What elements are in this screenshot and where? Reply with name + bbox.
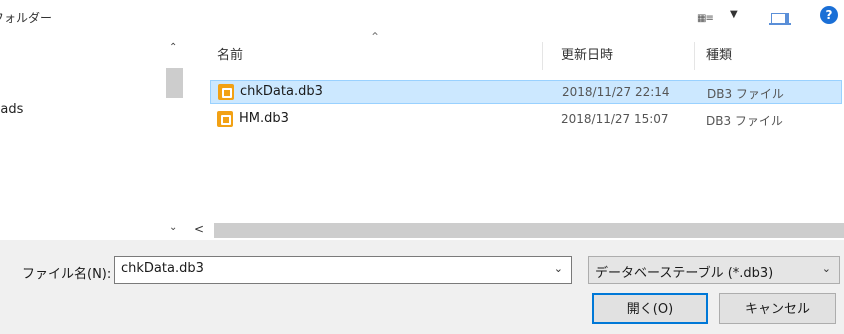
db-file-icon <box>217 111 233 127</box>
scroll-left-icon[interactable]: < <box>194 222 204 236</box>
navigation-pane: Downloads <box>0 36 163 240</box>
chevron-down-icon[interactable]: ⌄ <box>822 262 831 275</box>
column-divider[interactable] <box>542 42 543 70</box>
cancel-button[interactable]: キャンセル <box>719 293 836 324</box>
column-divider[interactable] <box>694 42 695 70</box>
toolbar: 新しいフォルダー ▦≡ ▼ ? <box>0 0 844 36</box>
column-header-name[interactable]: 名前 <box>217 46 243 66</box>
view-dropdown-caret-icon[interactable]: ▼ <box>730 9 738 20</box>
file-date: 2018/11/27 15:07 <box>561 112 669 126</box>
file-row-hm[interactable]: HM.db3 2018/11/27 15:07 DB3 ファイル <box>210 108 842 132</box>
file-type-value: データベーステーブル (*.db3) <box>595 266 774 281</box>
new-folder-button[interactable]: 新しいフォルダー <box>0 12 120 36</box>
chevron-down-icon[interactable]: ⌄ <box>554 262 563 275</box>
scroll-up-icon[interactable]: ⌃ <box>169 42 177 53</box>
scrollbar-thumb[interactable] <box>214 223 844 238</box>
db-file-icon <box>218 84 234 100</box>
file-name: chkData.db3 <box>240 84 323 99</box>
scroll-down-icon[interactable]: ⌄ <box>169 222 177 233</box>
file-name: HM.db3 <box>239 111 289 126</box>
file-row-chkdata[interactable]: chkData.db3 2018/11/27 22:14 DB3 ファイル <box>210 80 842 104</box>
file-name-label: ファイル名(N): <box>22 267 112 282</box>
column-header-date[interactable]: 更新日時 <box>561 46 613 66</box>
view-options-icon[interactable]: ▦≡ <box>697 13 714 24</box>
preview-pane-icon[interactable] <box>769 10 791 25</box>
dialog-footer: ファイル名(N): ⌄ データベーステーブル (*.db3) ⌄ 開く(O) キ… <box>0 240 844 334</box>
file-name-combobox[interactable]: ⌄ <box>114 256 572 284</box>
file-type: DB3 ファイル <box>706 114 783 128</box>
file-type-select[interactable]: データベーステーブル (*.db3) ⌄ <box>588 256 840 284</box>
file-list: ⌃ 名前 更新日時 種類 chkData.db3 2018/11/27 22:1… <box>186 30 844 220</box>
file-type: DB3 ファイル <box>707 87 784 101</box>
file-name-input[interactable] <box>121 261 541 276</box>
sort-ascending-icon: ⌃ <box>370 30 381 44</box>
nav-item-downloads[interactable]: Downloads <box>0 102 40 117</box>
open-button[interactable]: 開く(O) <box>592 293 708 324</box>
horizontal-scrollbar[interactable]: < <box>186 220 844 240</box>
file-date: 2018/11/27 22:14 <box>562 85 670 99</box>
navigation-scrollbar[interactable]: ⌃ ⌄ <box>163 36 186 240</box>
help-icon[interactable]: ? <box>820 6 838 24</box>
column-header-type[interactable]: 種類 <box>706 46 732 66</box>
scrollbar-thumb[interactable] <box>166 68 183 98</box>
